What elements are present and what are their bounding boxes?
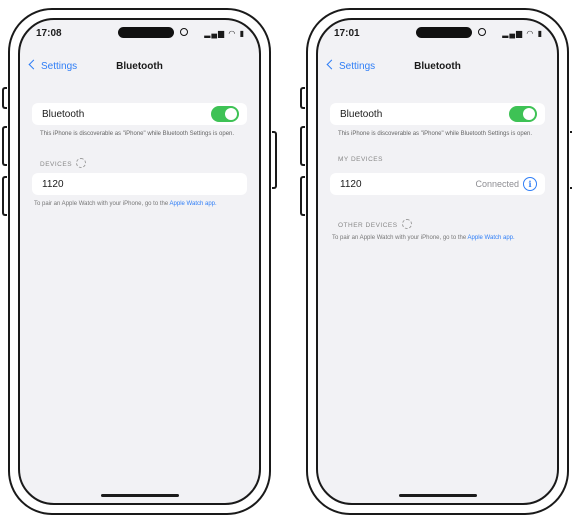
signal-wifi-battery-icon: ▂▄▆ ◠ ▮ bbox=[204, 29, 245, 38]
status-time: 17:08 bbox=[36, 28, 62, 39]
toggle-knob bbox=[225, 108, 237, 120]
status-bar: 17:01 ▂▄▆ ◠ ▮ bbox=[318, 26, 557, 42]
status-time: 17:01 bbox=[334, 28, 360, 39]
my-devices-section-title: MY DEVICES bbox=[338, 156, 383, 163]
apple-watch-link[interactable]: Apple Watch app. bbox=[468, 235, 515, 241]
device-status: Connected bbox=[475, 179, 519, 189]
loading-spinner-icon bbox=[401, 219, 412, 229]
phone-left: 17:08 ▂▄▆ ◠ ▮ Settings Bluetooth Bluetoo… bbox=[2, 8, 277, 515]
apple-watch-link[interactable]: Apple Watch app. bbox=[170, 201, 217, 207]
devices-section-title: DEVICES bbox=[40, 156, 87, 168]
nav-bar: Settings Bluetooth bbox=[20, 58, 259, 78]
screen-left: 17:08 ▂▄▆ ◠ ▮ Settings Bluetooth Bluetoo… bbox=[18, 18, 261, 505]
device-row[interactable]: 1120 bbox=[32, 173, 247, 195]
volume-down-button bbox=[2, 176, 7, 216]
home-indicator[interactable] bbox=[398, 494, 477, 497]
discoverable-note: This iPhone is discoverable as "iPhone" … bbox=[40, 131, 235, 137]
side-button bbox=[272, 131, 277, 189]
camera-indicator-icon bbox=[478, 28, 486, 36]
camera-indicator-icon bbox=[180, 28, 188, 36]
silent-switch bbox=[2, 87, 7, 109]
device-name: 1120 bbox=[340, 179, 362, 190]
volume-up-button bbox=[2, 126, 7, 166]
devices-section-label: DEVICES bbox=[40, 161, 73, 168]
footer-text: To pair an Apple Watch with your iPhone,… bbox=[34, 201, 170, 207]
info-icon[interactable]: i bbox=[523, 177, 537, 191]
dynamic-island bbox=[416, 27, 472, 38]
footer-text: To pair an Apple Watch with your iPhone,… bbox=[332, 235, 468, 241]
page-title: Bluetooth bbox=[414, 61, 461, 72]
bluetooth-toggle[interactable] bbox=[211, 106, 239, 122]
bluetooth-toggle-row: Bluetooth bbox=[32, 103, 247, 125]
bluetooth-toggle[interactable] bbox=[509, 106, 537, 122]
signal-wifi-battery-icon: ▂▄▆ ◠ ▮ bbox=[502, 29, 543, 38]
toggle-knob bbox=[523, 108, 535, 120]
status-bar: 17:08 ▂▄▆ ◠ ▮ bbox=[20, 26, 259, 42]
bluetooth-label: Bluetooth bbox=[340, 109, 383, 120]
home-indicator[interactable] bbox=[100, 494, 179, 497]
bluetooth-label: Bluetooth bbox=[42, 109, 85, 120]
page-title: Bluetooth bbox=[116, 61, 163, 72]
screen-right: 17:01 ▂▄▆ ◠ ▮ Settings Bluetooth Bluetoo… bbox=[316, 18, 559, 505]
other-devices-section-title: OTHER DEVICES bbox=[338, 217, 412, 229]
other-devices-label: OTHER DEVICES bbox=[338, 222, 398, 229]
volume-down-button bbox=[300, 176, 305, 216]
apple-watch-footer: To pair an Apple Watch with your iPhone,… bbox=[34, 200, 245, 208]
volume-up-button bbox=[300, 126, 305, 166]
dynamic-island bbox=[118, 27, 174, 38]
apple-watch-footer: To pair an Apple Watch with your iPhone,… bbox=[332, 234, 543, 242]
device-name: 1120 bbox=[42, 179, 64, 190]
loading-spinner-icon bbox=[76, 158, 87, 168]
device-row[interactable]: 1120 Connected i bbox=[330, 173, 545, 195]
nav-bar: Settings Bluetooth bbox=[318, 58, 557, 78]
bluetooth-toggle-row: Bluetooth bbox=[330, 103, 545, 125]
silent-switch bbox=[300, 87, 305, 109]
discoverable-note: This iPhone is discoverable as "iPhone" … bbox=[338, 131, 533, 137]
phone-right: 17:01 ▂▄▆ ◠ ▮ Settings Bluetooth Bluetoo… bbox=[300, 8, 572, 515]
